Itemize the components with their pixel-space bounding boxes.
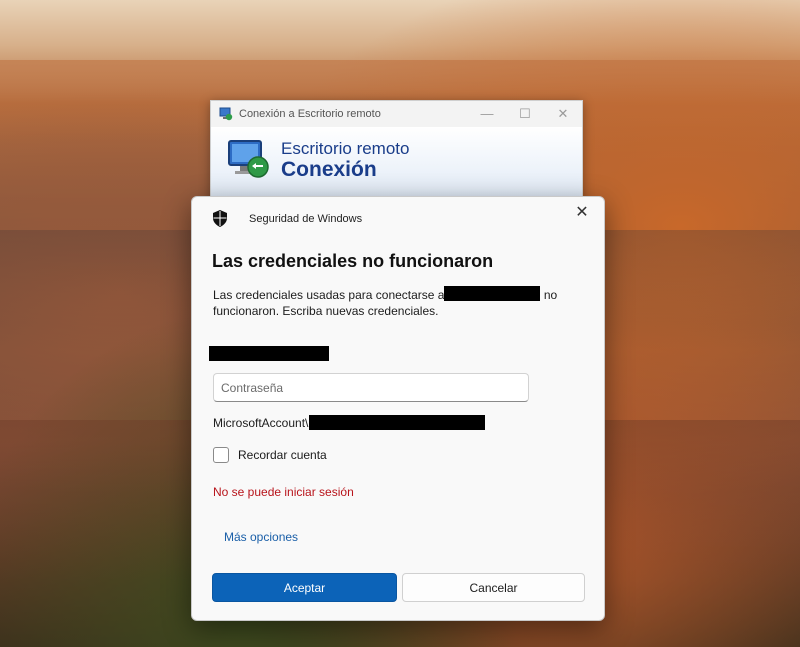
dialog-app-name: Seguridad de Windows [249, 212, 363, 225]
remote-desktop-icon [219, 107, 233, 121]
account-line: MicrosoftAccount\ [213, 415, 486, 430]
error-message: No se puede iniciar sesión [213, 485, 354, 499]
remember-account-checkbox[interactable]: Recordar cuenta [213, 447, 327, 463]
more-options-link[interactable]: Más opciones [224, 530, 298, 544]
remote-desktop-icon [228, 140, 269, 178]
rdp-banner-title: Escritorio remoto [281, 139, 410, 158]
cancel-button[interactable]: Cancelar [402, 573, 585, 602]
shield-icon [213, 210, 227, 227]
accept-button[interactable]: Aceptar [212, 573, 397, 602]
redacted-username [209, 346, 329, 361]
close-button[interactable]: ✕ [544, 106, 582, 122]
rdp-window-controls: — ☐ ✕ [468, 106, 582, 122]
redacted-host [444, 286, 541, 301]
checkbox-box[interactable] [213, 447, 229, 463]
redacted-account [309, 415, 486, 430]
rdp-banner-subtitle: Conexión [281, 158, 377, 181]
dialog-header: Seguridad de Windows [212, 210, 362, 227]
dialog-close-button[interactable]: ✕ [572, 203, 592, 223]
dialog-heading: Las credenciales no funcionaron [212, 251, 494, 271]
message-text-start: Las credenciales usadas para conectarse … [213, 288, 445, 302]
windows-security-dialog: Seguridad de Windows ✕ Las credenciales … [191, 196, 605, 621]
account-prefix: MicrosoftAccount\ [213, 415, 309, 430]
minimize-button[interactable]: — [468, 106, 506, 122]
rdp-titlebar[interactable]: Conexión a Escritorio remoto — ☐ ✕ [211, 101, 582, 127]
dialog-message: Las credenciales usadas para conectarse … [213, 286, 573, 319]
rdp-window-title: Conexión a Escritorio remoto [239, 108, 381, 120]
password-input[interactable] [213, 373, 529, 402]
remember-account-label: Recordar cuenta [238, 448, 327, 462]
maximize-button[interactable]: ☐ [506, 106, 544, 122]
